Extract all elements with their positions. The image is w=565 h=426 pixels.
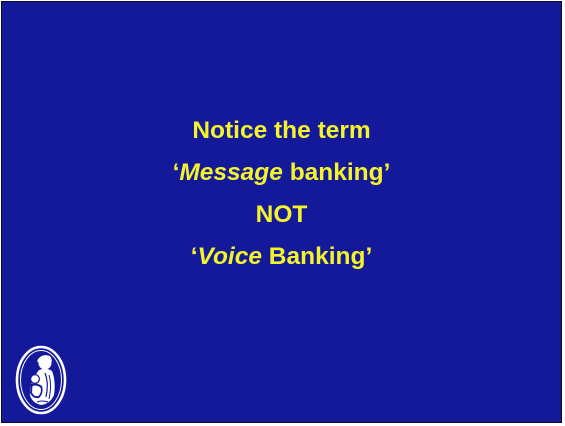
line-4-emphasis: Voice: [197, 243, 262, 270]
slide-text-block: Notice the term ‘Message banking’ NOT ‘V…: [2, 110, 561, 278]
line-voice-banking: ‘Voice Banking’: [2, 236, 561, 278]
line-message-banking: ‘Message banking’: [2, 152, 561, 194]
slide: Notice the term ‘Message banking’ NOT ‘V…: [1, 1, 562, 423]
line-notice-the-term: Notice the term: [2, 110, 561, 152]
line-4-open-quote: ‘: [190, 243, 198, 270]
mother-and-child-emblem-icon: [15, 345, 67, 415]
line-2-emphasis: Message: [179, 159, 283, 186]
line-3-text: NOT: [255, 201, 308, 228]
line-1-text: Notice the term: [192, 117, 371, 144]
line-not: NOT: [2, 194, 561, 236]
line-4-rest: Banking’: [262, 243, 373, 270]
line-2-rest: banking’: [282, 159, 391, 186]
